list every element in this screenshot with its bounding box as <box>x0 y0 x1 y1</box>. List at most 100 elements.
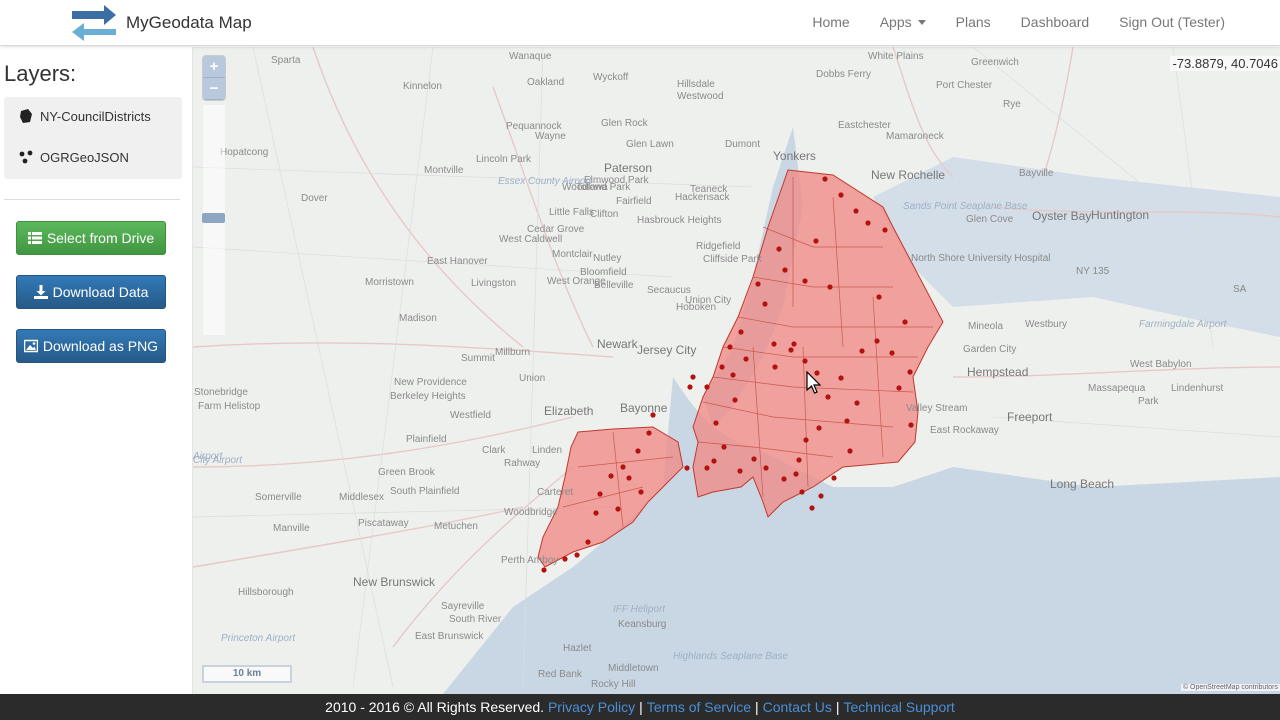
district-point-marker[interactable] <box>738 329 744 335</box>
map-place-label: Livingston <box>471 278 517 289</box>
district-point-marker[interactable] <box>847 448 853 454</box>
district-point-marker[interactable] <box>730 372 736 378</box>
district-point-marker[interactable] <box>593 510 599 516</box>
district-point-marker[interactable] <box>896 385 902 391</box>
district-point-marker[interactable] <box>597 491 603 497</box>
layer-item-ogrgeojson[interactable]: OGRGeoJSON <box>18 149 129 165</box>
district-point-marker[interactable] <box>721 444 727 450</box>
select-from-drive-button[interactable]: Select from Drive <box>16 221 166 255</box>
district-point-marker[interactable] <box>704 384 710 390</box>
district-point-marker[interactable] <box>763 465 769 471</box>
district-point-marker[interactable] <box>615 506 621 512</box>
district-point-marker[interactable] <box>690 374 696 380</box>
brand[interactable]: MyGeodata Map <box>70 2 252 44</box>
district-point-marker[interactable] <box>825 394 831 400</box>
zoom-slider-handle[interactable] <box>202 213 225 223</box>
technical-support-link[interactable]: Technical Support <box>844 699 955 715</box>
district-point-marker[interactable] <box>771 341 777 347</box>
district-point-marker[interactable] <box>751 456 757 462</box>
district-point-marker[interactable] <box>844 418 850 424</box>
layer-item-councildistricts[interactable]: NY-CouncilDistricts <box>18 108 151 124</box>
map-place-label: Lindenhurst <box>1171 383 1224 394</box>
district-point-marker[interactable] <box>907 369 913 375</box>
zoom-out-button[interactable]: − <box>203 78 225 100</box>
district-point-marker[interactable] <box>762 301 768 307</box>
district-point-marker[interactable] <box>793 471 799 477</box>
district-point-marker[interactable] <box>809 505 815 511</box>
map-place-label: Bayonne <box>620 401 668 415</box>
district-point-marker[interactable] <box>791 341 797 347</box>
map-place-label: Rye <box>1003 99 1021 110</box>
district-point-marker[interactable] <box>608 473 614 479</box>
layer-label: NY-CouncilDistricts <box>40 108 151 124</box>
district-point-marker[interactable] <box>831 475 837 481</box>
district-point-marker[interactable] <box>585 539 591 545</box>
district-point-marker[interactable] <box>865 220 871 226</box>
terms-of-service-link[interactable]: Terms of Service <box>647 699 751 715</box>
district-point-marker[interactable] <box>876 294 882 300</box>
nav-apps-dropdown[interactable]: Apps <box>880 14 926 30</box>
zoom-in-button[interactable]: + <box>203 56 225 78</box>
nav-plans[interactable]: Plans <box>956 14 991 30</box>
district-point-marker[interactable] <box>635 448 641 454</box>
district-point-marker[interactable] <box>802 278 808 284</box>
district-point-marker[interactable] <box>713 420 719 426</box>
district-point-marker[interactable] <box>687 384 693 390</box>
district-point-marker[interactable] <box>638 489 644 495</box>
district-point-marker[interactable] <box>874 338 880 344</box>
district-point-marker[interactable] <box>626 475 632 481</box>
district-point-marker[interactable] <box>813 238 819 244</box>
points-icon <box>19 150 33 164</box>
district-point-marker[interactable] <box>727 344 733 350</box>
district-point-marker[interactable] <box>737 468 743 474</box>
district-point-marker[interactable] <box>882 227 888 233</box>
district-point-marker[interactable] <box>902 319 908 325</box>
district-point-marker[interactable] <box>719 364 725 370</box>
district-point-marker[interactable] <box>646 430 652 436</box>
district-point-marker[interactable] <box>838 375 844 381</box>
district-point-marker[interactable] <box>782 267 788 273</box>
district-point-marker[interactable] <box>859 348 865 354</box>
district-point-marker[interactable] <box>776 246 782 252</box>
list-icon <box>27 232 42 244</box>
district-point-marker[interactable] <box>799 489 805 495</box>
district-point-marker[interactable] <box>803 437 809 443</box>
district-point-marker[interactable] <box>732 397 738 403</box>
district-point-marker[interactable] <box>788 347 794 353</box>
district-point-marker[interactable] <box>772 364 778 370</box>
district-point-marker[interactable] <box>838 192 844 198</box>
district-point-marker[interactable] <box>743 356 749 362</box>
nav-dashboard[interactable]: Dashboard <box>1021 14 1090 30</box>
map-place-label: Linden <box>532 445 563 456</box>
district-point-marker[interactable] <box>781 476 787 482</box>
district-point-marker[interactable] <box>818 493 824 499</box>
district-point-marker[interactable] <box>755 281 761 287</box>
district-point-marker[interactable] <box>816 425 822 431</box>
nav-home[interactable]: Home <box>812 14 849 30</box>
map-viewport[interactable]: Sparta Wanaque Oakland Wyckoff Hillsdale West… <box>193 47 1280 694</box>
district-point-marker[interactable] <box>853 208 859 214</box>
district-point-marker[interactable] <box>711 458 717 464</box>
district-point-marker[interactable] <box>854 400 860 406</box>
district-point-marker[interactable] <box>889 350 895 356</box>
district-point-marker[interactable] <box>562 556 568 562</box>
district-point-marker[interactable] <box>796 457 802 463</box>
district-point-marker[interactable] <box>827 284 833 290</box>
download-data-button[interactable]: Download Data <box>16 275 166 309</box>
district-point-marker[interactable] <box>908 422 914 428</box>
contact-us-link[interactable]: Contact Us <box>763 699 832 715</box>
district-point-marker[interactable] <box>822 176 828 182</box>
map-place-label: Fairfield <box>616 196 652 207</box>
district-point-marker[interactable] <box>620 464 626 470</box>
privacy-policy-link[interactable]: Privacy Policy <box>548 699 635 715</box>
district-point-marker[interactable] <box>684 465 690 471</box>
district-point-marker[interactable] <box>574 552 580 558</box>
district-point-marker[interactable] <box>541 567 547 573</box>
nav-sign-out[interactable]: Sign Out (Tester) <box>1119 14 1225 30</box>
download-png-button[interactable]: Download as PNG <box>16 329 166 363</box>
map-place-label: Paterson <box>604 161 653 175</box>
district-point-marker[interactable] <box>704 465 710 471</box>
map-place-label: IFF Heliport <box>613 604 666 615</box>
district-point-marker[interactable] <box>802 358 808 364</box>
map-place-label: Sayreville <box>441 601 485 612</box>
